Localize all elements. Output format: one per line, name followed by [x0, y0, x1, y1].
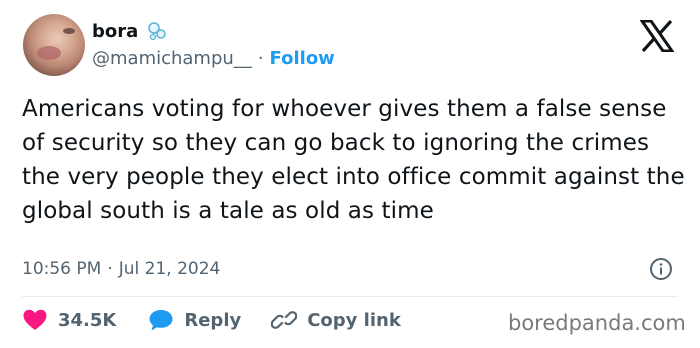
like-button[interactable]: 34.5K	[22, 308, 116, 332]
x-logo-icon[interactable]	[639, 19, 675, 53]
tweet-date: Jul 21, 2024	[118, 259, 221, 279]
tweet-card: bora @mamichampu__ · Follow Americans vo…	[0, 0, 700, 348]
copy-link-button[interactable]: Copy link	[271, 308, 401, 332]
reply-label: Reply	[184, 309, 242, 331]
copy-link-label: Copy link	[307, 309, 401, 331]
follow-button[interactable]: Follow	[270, 48, 335, 69]
link-icon	[271, 308, 298, 332]
avatar[interactable]	[23, 14, 85, 76]
speech-bubble-icon	[148, 308, 174, 332]
avatar-eye	[63, 28, 75, 34]
tweet-text: Americans voting for whoever gives them …	[22, 96, 685, 224]
handle-separator: ·	[257, 48, 264, 69]
reply-button[interactable]: Reply	[148, 308, 241, 332]
author-handle[interactable]: @mamichampu__	[92, 48, 252, 69]
heart-icon	[22, 308, 48, 332]
timestamp-separator: ·	[107, 259, 113, 279]
tweet-time: 10:56 PM	[22, 259, 102, 279]
author-name-row: bora	[92, 20, 168, 42]
info-icon[interactable]	[649, 257, 673, 281]
divider	[22, 296, 678, 297]
author-handle-row: @mamichampu__ · Follow	[92, 48, 335, 69]
soap-bubbles-icon	[146, 20, 168, 42]
watermark: boredpanda.com	[508, 311, 686, 335]
like-count: 34.5K	[58, 309, 117, 331]
action-bar: 34.5K Reply Copy link	[22, 308, 401, 332]
avatar-lips	[37, 46, 61, 60]
tweet-timestamp[interactable]: 10:56 PM · Jul 21, 2024	[22, 259, 220, 279]
author-display-name[interactable]: bora	[92, 21, 138, 42]
